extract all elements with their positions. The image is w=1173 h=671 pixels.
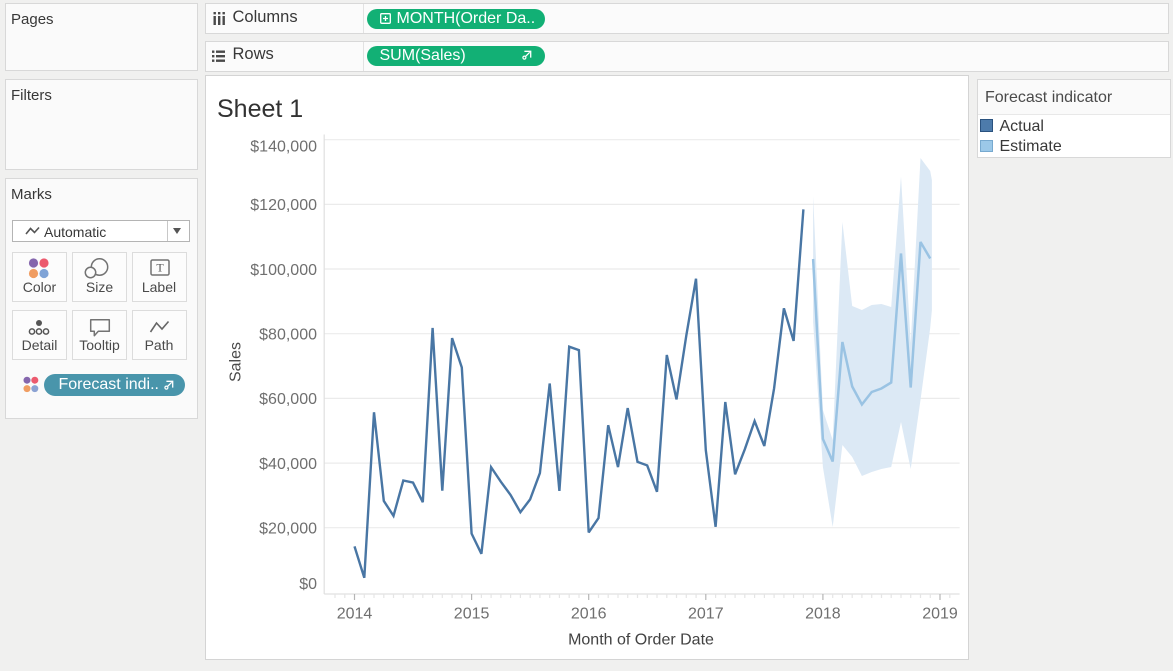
svg-text:Sales: Sales bbox=[228, 342, 245, 382]
svg-text:2017: 2017 bbox=[688, 605, 724, 622]
svg-text:2018: 2018 bbox=[805, 605, 841, 622]
svg-text:$120,000: $120,000 bbox=[250, 197, 317, 214]
svg-text:$60,000: $60,000 bbox=[259, 391, 317, 408]
svg-text:$0: $0 bbox=[299, 576, 317, 593]
svg-text:2015: 2015 bbox=[454, 605, 490, 622]
svg-text:$20,000: $20,000 bbox=[259, 521, 317, 538]
svg-text:$80,000: $80,000 bbox=[259, 327, 317, 344]
svg-text:2019: 2019 bbox=[922, 605, 958, 622]
svg-text:$100,000: $100,000 bbox=[250, 262, 317, 279]
svg-text:$40,000: $40,000 bbox=[259, 456, 317, 473]
svg-text:2014: 2014 bbox=[337, 605, 373, 622]
svg-text:Month of Order Date: Month of Order Date bbox=[568, 631, 714, 648]
svg-text:$140,000: $140,000 bbox=[250, 138, 317, 155]
svg-text:2016: 2016 bbox=[571, 605, 607, 622]
